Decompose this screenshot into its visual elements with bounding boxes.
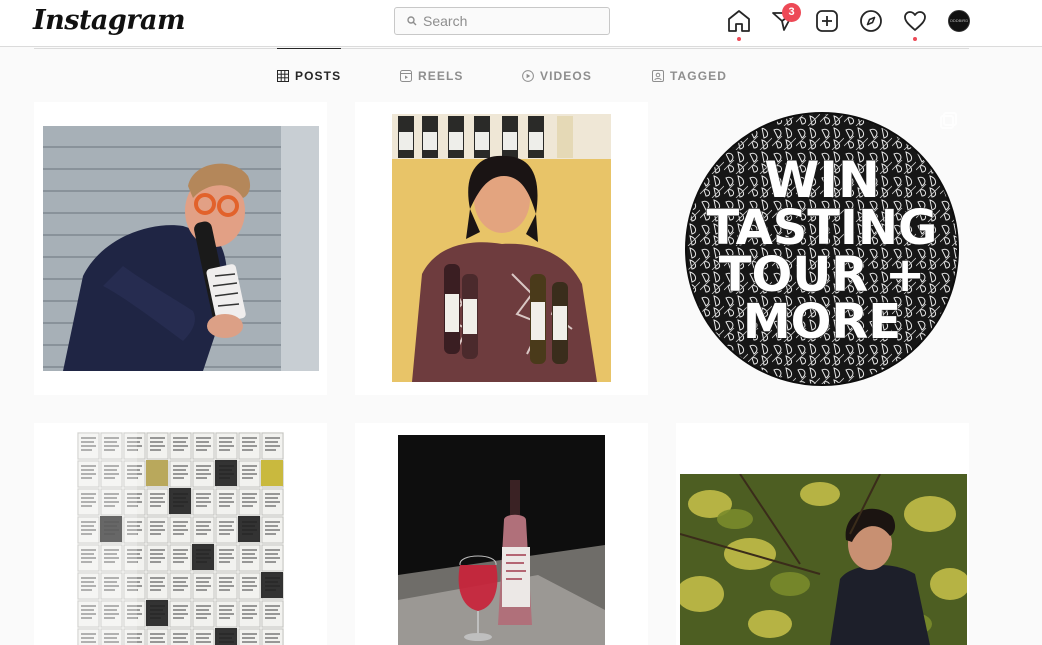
home-notification-dot	[737, 37, 741, 41]
tab-reels[interactable]: REELS	[400, 68, 464, 84]
post-thumbnail-2[interactable]	[355, 102, 648, 395]
post-thumbnail-5[interactable]	[355, 423, 648, 645]
top-navigation-bar: Instagram 3 ODDBIRD	[0, 0, 1042, 47]
post-2-photo	[392, 114, 611, 382]
post-thumbnail-1[interactable]	[34, 102, 327, 395]
tab-tagged-label: TAGGED	[670, 69, 728, 83]
active-tab-indicator	[277, 48, 341, 49]
activity-heart-icon[interactable]	[902, 8, 928, 34]
play-icon	[522, 70, 534, 82]
activity-notification-dot	[913, 37, 917, 41]
multi-image-icon	[940, 112, 957, 129]
tab-videos[interactable]: VIDEOS	[522, 68, 592, 84]
search-icon	[407, 16, 417, 26]
post-3-graphic: WIN TASTING TOUR + MORE	[685, 112, 959, 386]
search-box[interactable]	[394, 7, 610, 35]
post-thumbnail-6[interactable]	[676, 423, 969, 645]
tab-posts[interactable]: POSTS	[277, 68, 341, 84]
home-icon[interactable]	[726, 8, 752, 34]
post-4-photo	[77, 432, 284, 645]
tab-tagged[interactable]: TAGGED	[652, 68, 727, 84]
tab-videos-label: VIDEOS	[540, 69, 592, 83]
tagged-icon	[652, 70, 664, 82]
tab-reels-label: REELS	[418, 69, 464, 83]
post-3-headline-line-4: MORE	[743, 294, 901, 350]
tab-posts-label: POSTS	[295, 69, 342, 83]
profile-avatar[interactable]: ODDBIRD	[948, 10, 970, 32]
instagram-logo[interactable]: Instagram	[33, 5, 186, 36]
new-post-icon[interactable]	[814, 8, 840, 34]
search-input[interactable]	[423, 8, 603, 34]
direct-unread-badge: 3	[782, 3, 801, 22]
grid-icon	[277, 70, 289, 82]
profile-tabs-divider	[34, 48, 969, 49]
post-thumbnail-4[interactable]	[34, 423, 327, 645]
post-thumbnail-3[interactable]: WIN TASTING TOUR + MORE	[676, 102, 969, 395]
explore-compass-icon[interactable]	[858, 8, 884, 34]
post-5-photo	[398, 435, 605, 645]
reels-icon	[400, 70, 412, 82]
post-6-photo	[680, 474, 967, 645]
post-1-photo	[43, 126, 319, 371]
